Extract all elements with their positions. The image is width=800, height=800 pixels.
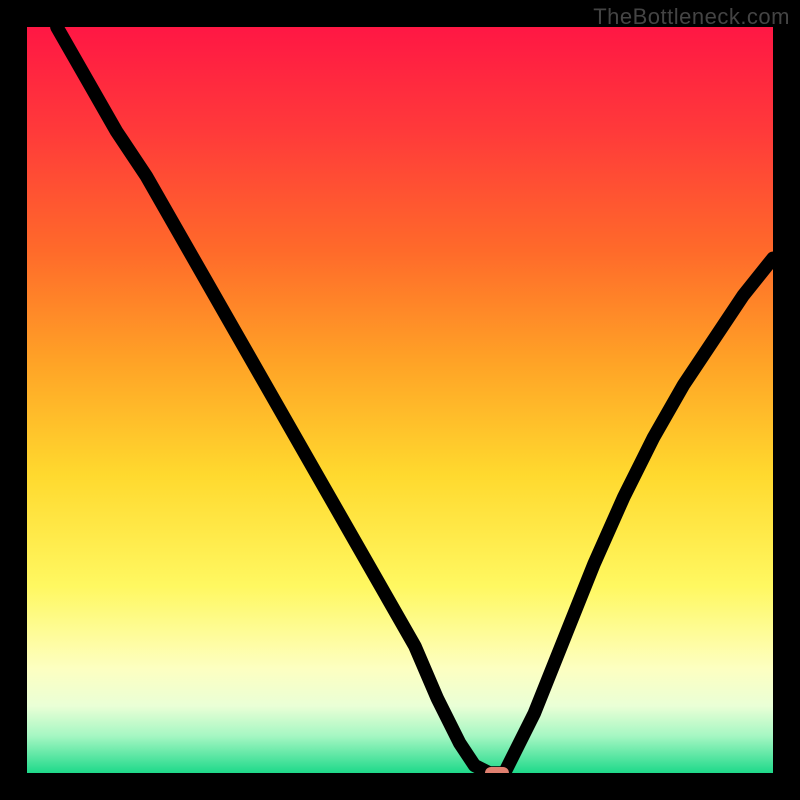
watermark-text: TheBottleneck.com (593, 4, 790, 30)
optimal-marker (485, 767, 509, 773)
bottleneck-curve (27, 27, 773, 773)
chart-frame: TheBottleneck.com (0, 0, 800, 800)
plot-area (27, 27, 773, 773)
